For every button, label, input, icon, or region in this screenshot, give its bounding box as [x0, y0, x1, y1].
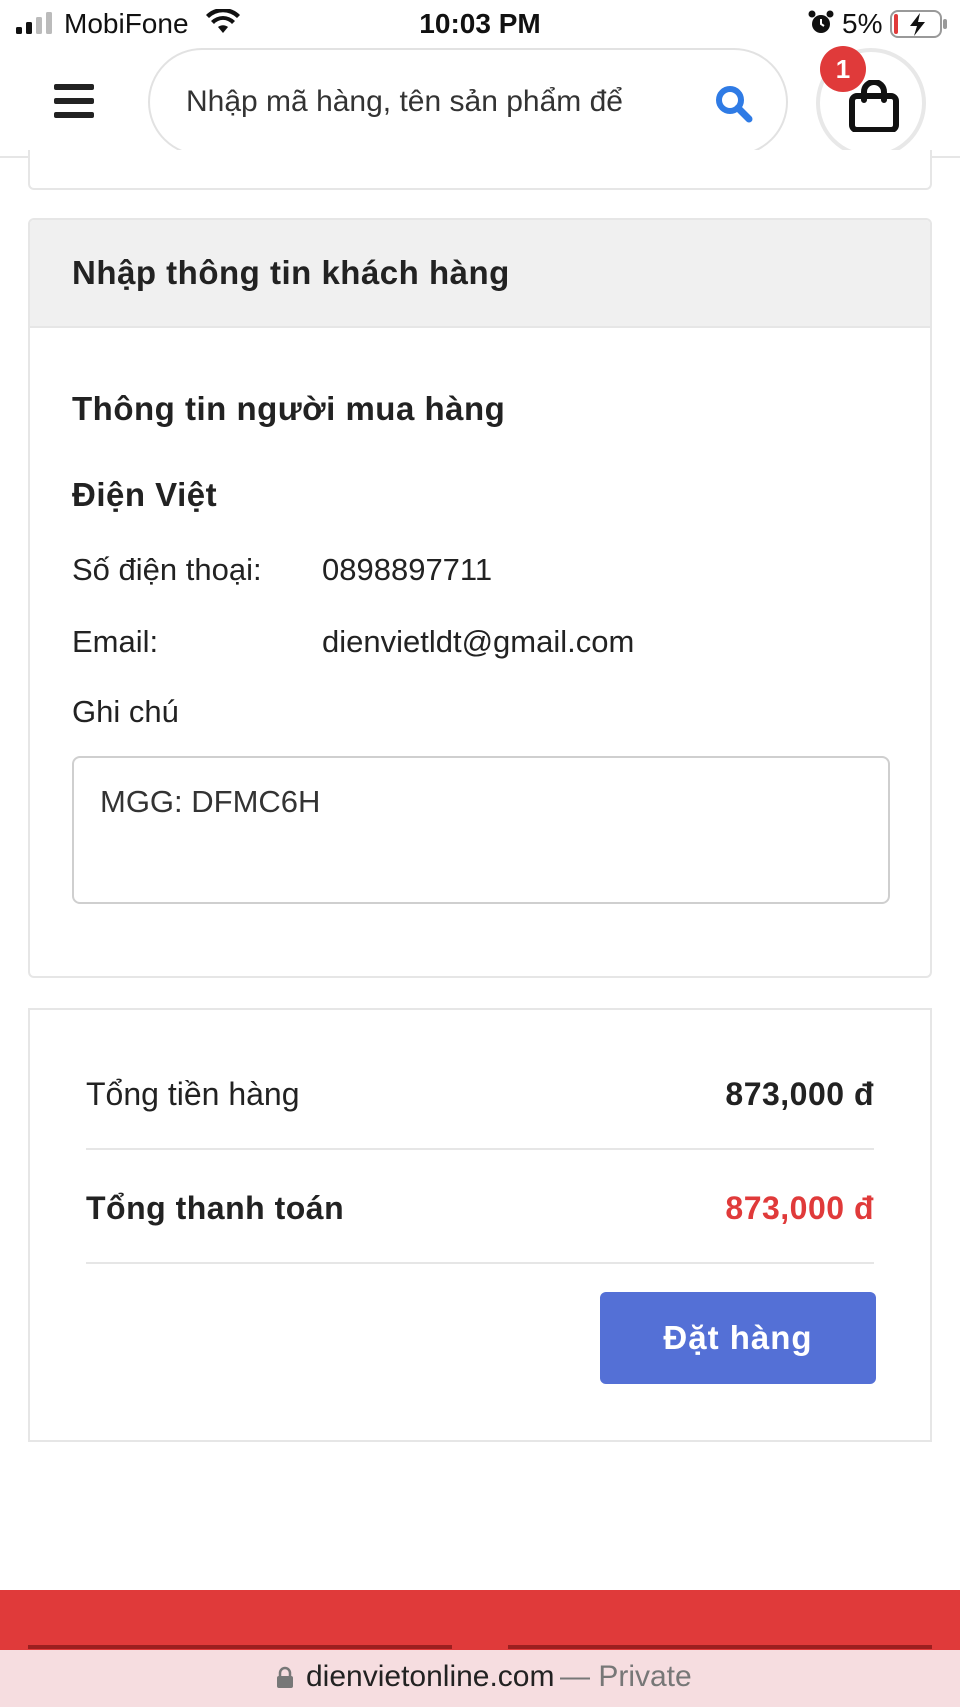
- grand-total-value: 873,000 đ: [725, 1190, 874, 1226]
- note-textarea[interactable]: MGG: DFMC6H: [72, 756, 890, 904]
- alarm-icon: [808, 10, 834, 33]
- customer-info-title: Nhập thông tin khách hàng: [72, 254, 510, 291]
- totals-divider: [86, 1262, 874, 1264]
- browser-url-bar[interactable]: dienvietonline.com — Private: [0, 1650, 960, 1707]
- status-bar: MobiFone 10:03 PM 5%: [0, 0, 960, 48]
- phone-value: 0898897711: [322, 552, 493, 587]
- search-input[interactable]: [186, 80, 686, 124]
- note-label: Ghi chú: [72, 694, 179, 729]
- grand-total-label: Tổng thanh toán: [86, 1190, 345, 1226]
- totals-divider: [86, 1148, 874, 1150]
- battery-percent: 5%: [842, 8, 883, 39]
- previous-section-card: [28, 150, 932, 190]
- subtotal-value: 873,000 đ: [725, 1076, 874, 1112]
- subtotal-label: Tổng tiền hàng: [86, 1076, 300, 1112]
- customer-info-card: Nhập thông tin khách hàng Thông tin ngườ…: [28, 218, 932, 978]
- cart-count-badge: 1: [820, 46, 866, 92]
- hamburger-menu-icon[interactable]: [54, 84, 94, 118]
- battery-charging-icon: [890, 10, 947, 38]
- url-domain: dienvietonline.com: [306, 1660, 555, 1693]
- footer-tab-indicator: [508, 1645, 932, 1649]
- search-icon[interactable]: [714, 84, 754, 124]
- private-mode-label: — Private: [560, 1660, 692, 1693]
- site-header: 1: [0, 46, 960, 158]
- buyer-name: Điện Việt: [72, 476, 218, 513]
- order-totals-card: Tổng tiền hàng 873,000 đ Tổng thanh toán…: [28, 1008, 932, 1442]
- phone-label: Số điện thoại:: [72, 552, 262, 587]
- footer-tab-indicator: [28, 1645, 452, 1649]
- search-bar: [148, 48, 788, 156]
- email-label: Email:: [72, 624, 159, 659]
- place-order-button[interactable]: Đặt hàng: [600, 1292, 876, 1384]
- email-value: dienvietldt@gmail.com: [322, 624, 635, 659]
- buyer-info-heading: Thông tin người mua hàng: [72, 390, 506, 427]
- lock-icon: [277, 1666, 293, 1688]
